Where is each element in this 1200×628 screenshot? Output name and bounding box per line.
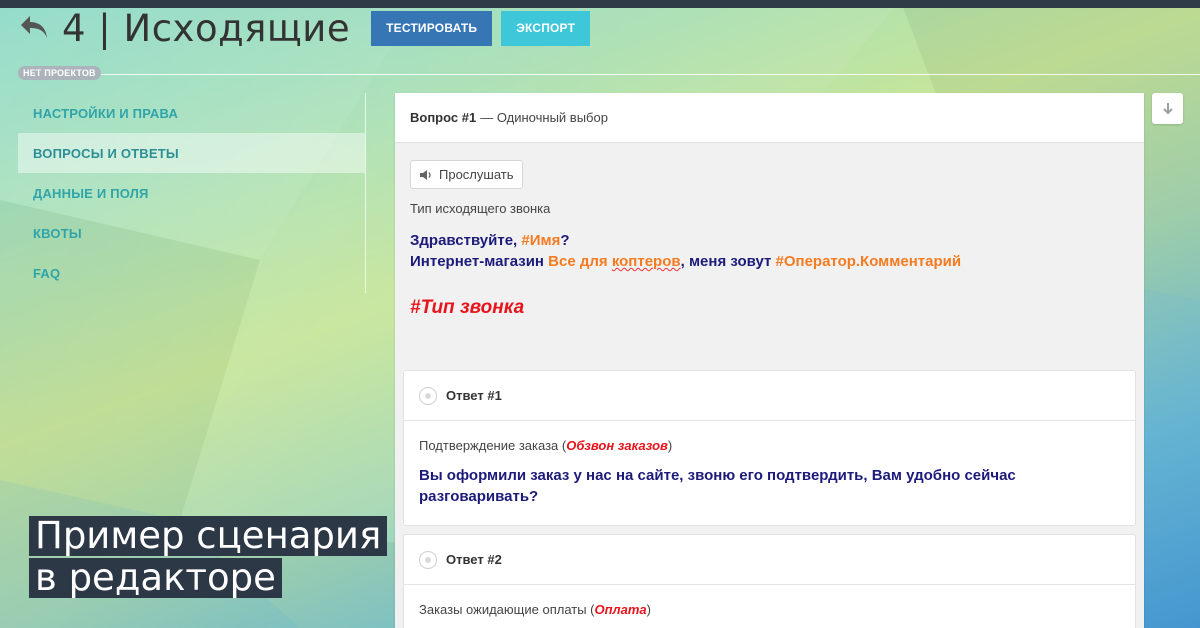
question-header: Вопрос #1 — Одиночный выбор [395,93,1144,143]
operator-variable: #Оператор.Комментарий [775,253,962,270]
answer-subtitle: Подтверждение заказа (Обзвон заказов) [419,438,1120,453]
question-number: Вопрос #1 [410,110,477,125]
intro-text: Интернет-магазин [410,253,544,270]
test-button[interactable]: ТЕСТИРОВАТЬ [371,10,493,46]
header: 4 | Исходящие ТЕСТИРОВАТЬ ЭКСПОРТ [18,6,591,50]
sidebar-item-settings[interactable]: НАСТРОЙКИ И ПРАВА [18,93,365,133]
answer-tag: Оплата [594,602,647,617]
sidebar-item-data[interactable]: ДАННЫЕ И ПОЛЯ [18,173,365,213]
call-type-tag: #Тип звонка [410,297,525,318]
export-button[interactable]: ЭКСПОРТ [501,10,591,46]
sidebar-item-quotas[interactable]: КВОТЫ [18,213,365,253]
page-title: 4 | Исходящие [62,6,351,50]
intro-mid: , меня зовут [680,253,772,270]
caption-overlay: Пример сценария в редакторе [29,516,388,598]
answer-label: Ответ #1 [446,388,502,403]
speaker-icon [420,169,431,180]
answer-subtitle-text: Заказы ожидающие оплаты ( [419,602,595,617]
answer-tag: Обзвон заказов [566,438,668,453]
script-line-1: Здравствуйте, #Имя? [410,230,961,251]
greeting-end: ? [560,232,570,249]
radio-button[interactable] [419,550,437,569]
answer-header: Ответ #2 [404,535,1135,585]
back-arrow-icon[interactable] [18,13,50,43]
answer-text: Вы оформили заказ у нас на сайте, звоню … [419,467,1016,505]
answer-subtitle-text: Подтверждение заказа ( [419,438,567,453]
answer-subtitle-end: ) [646,602,652,617]
shop-name-misspelled: коптеров [611,253,681,270]
question-card: Вопрос #1 — Одиночный выбор Прослушать Т… [395,93,1144,628]
call-type-label: Тип исходящего звонка [410,201,551,216]
answer-subtitle: Заказы ожидающие оплаты (Оплата) [419,602,1120,617]
arrow-down-icon [1162,102,1173,114]
script-line-2: Интернет-магазин Все для коптеров, меня … [410,251,961,272]
divider [18,74,1200,75]
sidebar-item-questions[interactable]: ВОПРОСЫ И ОТВЕТЫ [18,133,365,173]
question-type: — Одиночный выбор [480,110,608,125]
shop-name: Все для коптеров [548,253,680,270]
download-button[interactable] [1152,93,1183,124]
answer-card-2[interactable]: Ответ #2 Заказы ожидающие оплаты (Оплата… [403,534,1136,628]
shop-name-part: Все для [548,253,612,270]
listen-button[interactable]: Прослушать [410,160,523,189]
greeting-text: Здравствуйте, [410,232,518,249]
sidebar-divider [365,93,366,293]
caption-line-1: Пример сценария [29,516,388,556]
projects-badge[interactable]: НЕТ ПРОЕКТОВ [18,66,101,80]
caption-line-2: в редакторе [29,558,282,598]
answer-label: Ответ #2 [446,552,502,567]
name-variable: #Имя [521,232,561,249]
projects-row: НЕТ ПРОЕКТОВ [18,66,1200,82]
question-script[interactable]: Здравствуйте, #Имя? Интернет-магазин Все… [410,230,961,272]
sidebar: НАСТРОЙКИ И ПРАВА ВОПРОСЫ И ОТВЕТЫ ДАННЫ… [18,93,365,293]
answer-subtitle-end: ) [667,438,673,453]
radio-button[interactable] [419,386,437,405]
sidebar-item-faq[interactable]: FAQ [18,253,365,293]
answer-header: Ответ #1 [404,371,1135,421]
listen-button-label: Прослушать [439,167,514,182]
answer-card-1[interactable]: Ответ #1 Подтверждение заказа (Обзвон за… [403,370,1136,526]
